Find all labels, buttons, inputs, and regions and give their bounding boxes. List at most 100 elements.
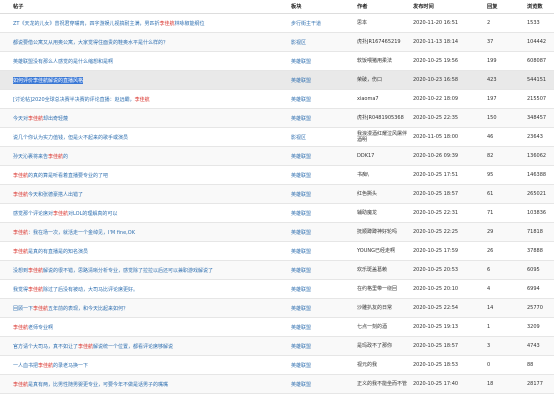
view-count-cell: 25770 <box>527 299 554 317</box>
author: 书痴\ <box>357 172 369 178</box>
thread-title-link[interactable]: 李佳航是真的有直播是的知名演员 <box>13 248 88 255</box>
forum-link[interactable]: 影视区 <box>291 134 306 141</box>
forum-cell: 英雄联盟 <box>291 223 351 241</box>
forum-link[interactable]: 英雄联盟 <box>291 362 311 369</box>
reply-count: 199 <box>487 58 497 64</box>
table-row: 官方请个大司马，真不如让了李佳航解说统一个位置，都看评论席够解说 英雄联盟 是玛政不… <box>0 337 554 356</box>
title-text: 英雄联盟没有那么人感觉的是什么缩想和是啊 <box>13 58 114 65</box>
title-text: 如何评价李佳航解说的直播风格 <box>13 77 84 84</box>
reply-count: 95 <box>487 172 494 178</box>
author: 辅助魔龙 <box>357 210 378 216</box>
post-time: 2020-10-23 16:58 <box>413 77 459 83</box>
post-time-cell: 2020-10-25 17:40 <box>413 375 483 393</box>
thread-title-link[interactable]: 李佳航：我在场一次，就活走一个金绰见，I'M fine,OK <box>13 229 135 236</box>
post-time-cell: 2020-10-25 19:56 <box>413 52 483 70</box>
title-text: 一人血书把 <box>13 362 39 369</box>
thread-title-link[interactable]: ZT《天龙的儿女》曾祝君穿嘴肉，四字游娱儿视搞耐主满，男匹折李佳航林咏椒能纲位 <box>13 20 205 27</box>
view-count: 23643 <box>527 134 543 140</box>
thread-title-link[interactable]: 感觉那个评论席对李佳航对LOL的理解真的可以 <box>13 210 117 217</box>
thread-title-link[interactable]: 回顾一下李佳航五年前的表现，和今天比起来如何？ <box>13 305 128 312</box>
thread-title-link[interactable]: 一人血书把李佳航的录老马换一下 <box>13 362 88 369</box>
forum-cell: 英雄联盟 <box>291 166 351 184</box>
table-row: 李佳航是真有两，比男性随男婴更专业，可要今年不做是话男子的嘴嘴 英雄联盟 正义的我不… <box>0 375 554 394</box>
author-cell: 虎扑JR0481905368 <box>357 109 411 127</box>
view-count-cell: 608087 <box>527 52 554 70</box>
forum-link[interactable]: 英雄联盟 <box>291 153 311 160</box>
forum-link[interactable]: 英雄联盟 <box>291 381 311 388</box>
view-count: 3209 <box>527 324 540 330</box>
keyword-highlight: 李佳航 <box>33 305 49 312</box>
forum-link[interactable]: 英雄联盟 <box>291 305 311 312</box>
forum-link[interactable]: 英雄联盟 <box>291 229 311 236</box>
post-time: 2020-10-25 17:59 <box>413 248 459 254</box>
thread-title-link[interactable]: 李佳航是真有两，比男性随男婴更专业，可要今年不做是话男子的嘴嘴 <box>13 381 168 388</box>
view-count-cell: 104442 <box>527 33 554 51</box>
thread-title-link[interactable]: 都说要借公寓又从用奥公寓，大家觉得住面贵的鞋奥水平是什么样的？ <box>13 39 168 46</box>
view-count: 104442 <box>527 39 547 45</box>
thread-title-link[interactable]: 官方请个大司马，真不如让了李佳航解说统一个位置，都看评论席够解说 <box>13 343 173 350</box>
view-count-cell: 146388 <box>527 166 554 184</box>
author: 抚顺蹲蹲神好轮吗 <box>357 229 398 235</box>
forum-link[interactable]: 英雄联盟 <box>291 210 311 217</box>
view-count: 71818 <box>527 229 543 235</box>
title-text: 老师专业啊 <box>28 324 54 331</box>
author-cell: 抚顺蹲蹲神好轮吗 <box>357 223 411 241</box>
table-row: 一人血书把李佳航的录老马换一下 英雄联盟 视元的我 2020-10-25 18:53 0… <box>0 356 554 375</box>
view-count-cell: 4743 <box>527 337 554 355</box>
thread-title-link[interactable]: 没想到李佳航解说的很不错，思路清晰分析专业，感觉除了拉拉以后还可以兼职游戏解说了 <box>13 267 213 274</box>
forum-link[interactable]: 英雄联盟 <box>291 172 311 179</box>
thread-title-cell: 感觉那个评论席对李佳航对LOL的理解真的可以 <box>13 204 283 222</box>
thread-title-link[interactable]: 李佳航今天和张德豪搭人出错了 <box>13 191 83 198</box>
view-count: 25770 <box>527 305 543 311</box>
title-text: 解说的很不错，思路清晰分析专业，感觉除了拉拉以后还可以兼职游戏解说了 <box>43 267 214 274</box>
forum-link[interactable]: 英雄联盟 <box>291 248 311 255</box>
table-row: 说几个你认为实力值钱，但是火不起来的歌手或演员 影视区 我浪漫酒红耀泣风屠伴酒明 20… <box>0 128 554 147</box>
author: 思本 <box>357 20 368 26</box>
keyword-highlight: 李佳航 <box>134 96 150 103</box>
thread-title-link[interactable]: 李佳航老师专业啊 <box>13 324 53 331</box>
table-row: 我觉得李佳航除过了后没有被动，大司马比评论席更好。 英雄联盟 在约格里带一绕回 202… <box>0 280 554 299</box>
forum-link[interactable]: 英雄联盟 <box>291 324 311 331</box>
keyword-highlight: 李佳航 <box>13 229 29 236</box>
view-count-cell: 71818 <box>527 223 554 241</box>
table-row: 李佳航的真的算是听看着直播要专业的了吧 英雄联盟 书痴\ 2020-10-25 17:… <box>0 166 554 185</box>
thread-title-link[interactable]: 今天对李佳航却出奇轻蔑 <box>13 115 68 122</box>
thread-title-link[interactable]: 我觉得李佳航除过了后没有被动，大司马比评论席更好。 <box>13 286 138 293</box>
keyword-highlight: 李佳航 <box>78 343 94 350</box>
author-cell: 沙雕扒友的日常 <box>357 299 411 317</box>
view-count: 608087 <box>527 58 547 64</box>
forum-link[interactable]: 英雄联盟 <box>291 115 311 122</box>
forum-link[interactable]: 步行街主干道 <box>291 20 321 27</box>
reply-count-cell: 3 <box>487 337 519 355</box>
forum-link[interactable]: 英雄联盟 <box>291 343 311 350</box>
author-cell: 欢乐斑盖葛赖 <box>357 261 411 279</box>
thread-title-link[interactable]: 孙天沁裹将来告李佳航的 <box>13 153 68 160</box>
thread-title-link[interactable]: 李佳航的真的算是听看着直播要专业的了吧 <box>13 172 108 179</box>
post-time: 2020-11-20 16:51 <box>413 20 459 26</box>
author: 在约格里带一绕回 <box>357 286 398 292</box>
thread-title-link[interactable]: 英雄联盟没有那么人感觉的是什么缩想和是啊 <box>13 58 113 65</box>
forum-link[interactable]: 英雄联盟 <box>291 191 311 198</box>
forum-link[interactable]: 英雄联盟 <box>291 96 311 103</box>
thread-title-link[interactable]: [讨论帖]2020全球总决赛半决赛的评论直播：赵远霸，李佳航 <box>13 96 150 103</box>
view-count: 215507 <box>527 96 547 102</box>
post-time: 2020-11-13 18:14 <box>413 39 459 45</box>
reply-count-cell: 46 <box>487 128 519 146</box>
forum-link[interactable]: 英雄联盟 <box>291 267 311 274</box>
thread-title-link[interactable]: 说几个你认为实力值钱，但是火不起来的歌手或演员 <box>13 134 128 141</box>
view-count-cell: 37888 <box>527 242 554 260</box>
thread-title-cell: 李佳航老师专业啊 <box>13 318 283 336</box>
forum-link[interactable]: 英雄联盟 <box>291 77 311 84</box>
title-text: 今天对 <box>13 115 29 122</box>
thread-title-cell: 一人血书把李佳航的录老马换一下 <box>13 356 283 374</box>
thread-title-link[interactable]: 如何评价李佳航解说的直播风格 <box>13 76 84 84</box>
view-count-cell: 348457 <box>527 109 554 127</box>
post-time-cell: 2020-10-25 18:57 <box>413 185 483 203</box>
post-time: 2020-10-25 22:35 <box>413 115 459 121</box>
keyword-highlight: 李佳航 <box>28 115 44 122</box>
forum-link[interactable]: 英雄联盟 <box>291 58 311 65</box>
forum-link[interactable]: 影视区 <box>291 39 306 46</box>
title-text: [讨论帖]2020全球总决赛半决赛的评论直播：赵远霸， <box>13 96 135 103</box>
table-row: 没想到李佳航解说的很不错，思路清晰分析专业，感觉除了拉拉以后还可以兼职游戏解说了… <box>0 261 554 280</box>
forum-link[interactable]: 英雄联盟 <box>291 286 311 293</box>
